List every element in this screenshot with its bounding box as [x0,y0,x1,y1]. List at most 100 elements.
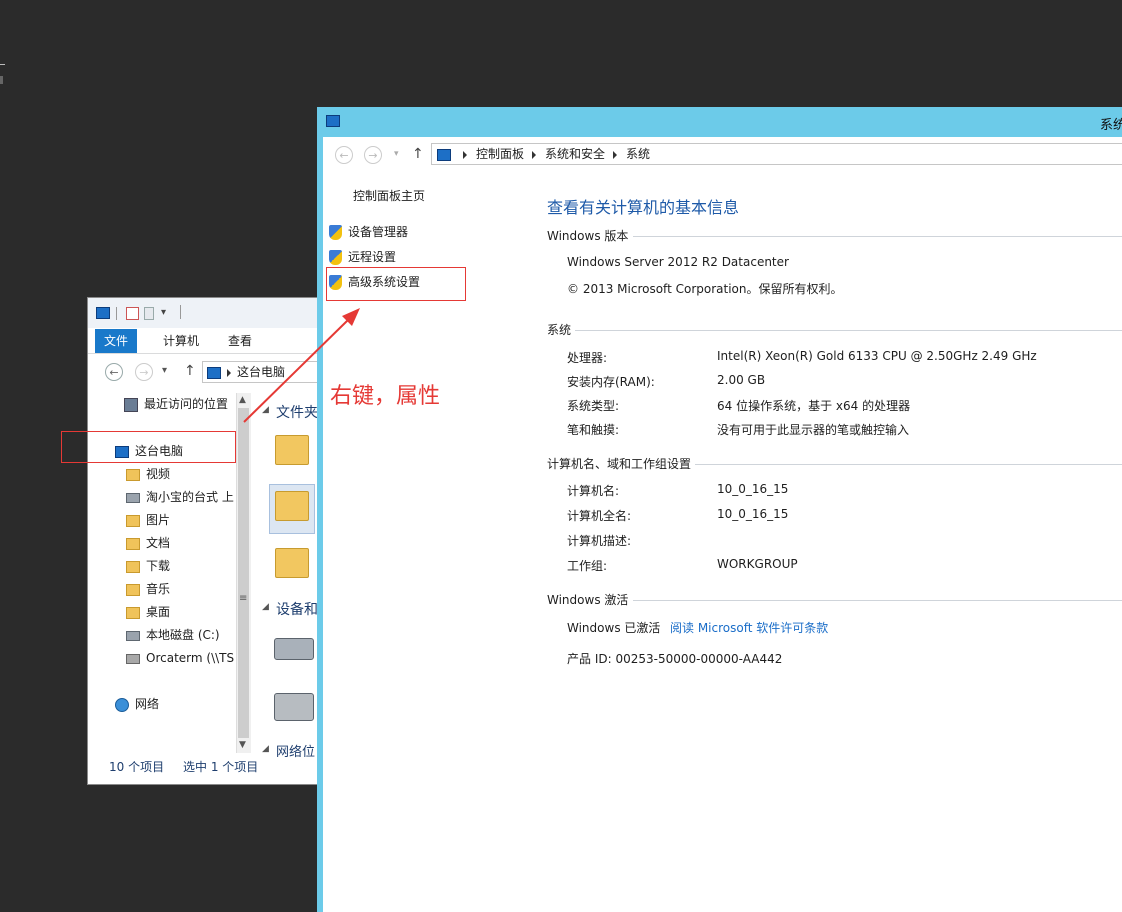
processor-value: Intel(R) Xeon(R) Gold 6133 CPU @ 2.50GHz… [717,349,1037,363]
forward-button[interactable]: → [364,146,382,164]
scroll-grip-icon: ≡ [239,593,248,604]
properties-icon[interactable] [126,307,139,320]
chevron-right-icon [613,150,618,159]
local-disk-icon[interactable] [274,638,314,660]
nav-desktop[interactable]: 桌面 [126,601,276,623]
divider [633,236,1122,237]
up-button[interactable]: ↑ [412,146,424,162]
desktop-folder-icon [126,606,140,619]
section-computer-name: 计算机名、域和工作组设置 [547,457,692,471]
edition-name: Windows Server 2012 R2 Datacenter [567,255,789,269]
nav-videos[interactable]: 视频 [126,463,276,485]
divider [180,305,181,319]
nav-item-label: 桌面 [146,605,171,619]
license-terms-link[interactable]: 阅读 Microsoft 软件许可条款 [670,619,828,636]
nav-orcaterm-drive[interactable]: Orcaterm (\\TS [126,647,236,669]
group-header-devices[interactable]: 设备和 [276,599,318,619]
tab-computer[interactable]: 计算机 [154,329,208,353]
control-panel-icon [437,148,451,161]
system-type-label: 系统类型: [567,399,620,413]
nav-music[interactable]: 音乐 [126,578,276,600]
section-system: 系统 [547,323,572,337]
monitor-icon [126,492,140,503]
control-panel-home-link[interactable]: 控制面板主页 [353,186,425,206]
documents-folder-icon [126,537,140,550]
divider [116,307,117,320]
recent-places-icon [124,397,138,412]
highlight-advanced-settings-box [326,267,466,301]
ram-value: 2.00 GB [717,373,766,387]
processor-label: 处理器: [567,351,608,365]
highlight-this-pc-box [61,431,236,463]
nav-item-label: 视频 [146,467,171,481]
selected-count: 选中 1 个项目 [183,760,259,774]
collapse-arrow-icon[interactable]: ◢ [262,602,269,612]
nav-item-label: Orcaterm (\\TS [146,651,235,665]
address-bar[interactable]: 控制面板 系统和安全 系统 [431,143,1122,165]
nav-documents[interactable]: 文档 [126,532,276,554]
annotation-arrow-icon [243,308,360,423]
recent-locations-dropdown[interactable]: ▾ [394,149,399,159]
disconnected-network-drive-icon [126,653,140,664]
dvd-drive-icon[interactable] [274,693,314,721]
workgroup-value: WORKGROUP [717,557,798,571]
divider [575,330,1122,331]
chevron-right-icon [463,150,467,159]
system-window: 系统 ← → ▾ ↑ 控制面板 系统和安全 系统 控制面板主页 设备管理器 远程设置… [317,107,1122,912]
item-count: 10 个项目 [109,760,165,774]
customize-quick-access-icon[interactable]: ▾ [161,307,166,318]
nav-desktop-pc[interactable]: 淘小宝的台式 上 [126,486,276,508]
nav-item-label: 最近访问的位置 [144,397,229,411]
documents-folder-icon[interactable] [275,491,309,521]
computer-name-value: 10_0_16_15 [717,482,789,496]
nav-pictures[interactable]: 图片 [126,509,276,531]
recent-locations-dropdown[interactable]: ▾ [162,365,167,376]
forward-button[interactable]: → [135,363,153,381]
breadcrumb-system-security[interactable]: 系统和安全 [545,144,605,164]
nav-scrollbar-thumb[interactable] [238,408,249,738]
section-windows-edition: Windows 版本 [547,229,629,243]
window-title: 系统 [1100,118,1122,133]
shield-icon [329,250,342,265]
nav-downloads[interactable]: 下载 [126,555,276,577]
tab-file[interactable]: 文件 [95,329,138,353]
music-folder-icon [126,583,140,596]
breadcrumb-control-panel[interactable]: 控制面板 [476,144,524,164]
nav-item-label: 音乐 [146,582,171,596]
section-windows-activation: Windows 激活 [547,593,629,607]
computer-icon [326,115,340,127]
nav-item-label: 图片 [146,513,171,527]
edge-mark [0,64,5,65]
music-folder-icon[interactable] [275,548,309,578]
activation-status: Windows 已激活 [567,621,661,635]
nav-item-label: 本地磁盘 (C:) [146,628,220,642]
network-icon [115,697,129,712]
shield-icon [329,225,342,240]
nav-item-label: 淘小宝的台式 上 [146,490,234,504]
breadcrumb-system[interactable]: 系统 [626,144,650,164]
page-title: 查看有关计算机的基本信息 [547,198,740,217]
edge-mark [0,76,3,84]
link-label: 远程设置 [348,250,397,264]
back-button[interactable]: ← [105,363,123,381]
nav-item-label: 下载 [146,559,171,573]
nav-local-disk-c[interactable]: 本地磁盘 (C:) [126,624,276,646]
computer-name-label: 计算机名: [567,484,620,498]
videos-folder-icon [126,468,140,481]
back-button[interactable]: ← [335,146,353,164]
nav-item-label: 文档 [146,536,171,550]
pen-touch-label: 笔和触摸: [567,423,620,437]
computer-icon [96,307,110,319]
pictures-folder-icon [126,514,140,527]
nav-item-label: 网络 [135,697,160,711]
computer-description-label: 计算机描述: [567,534,632,548]
link-label: 设备管理器 [348,225,409,239]
device-manager-link[interactable]: 设备管理器 [329,222,408,242]
scroll-down-arrow-icon[interactable]: ▼ [239,740,246,750]
product-id: 产品 ID: 00253-50000-00000-AA442 [567,652,783,666]
new-folder-icon[interactable] [144,307,154,320]
status-bar: 10 个项目 选中 1 个项目 [88,752,318,782]
remote-settings-link[interactable]: 远程设置 [329,247,396,267]
up-button[interactable]: ↑ [184,363,196,379]
chevron-right-icon [532,150,537,159]
